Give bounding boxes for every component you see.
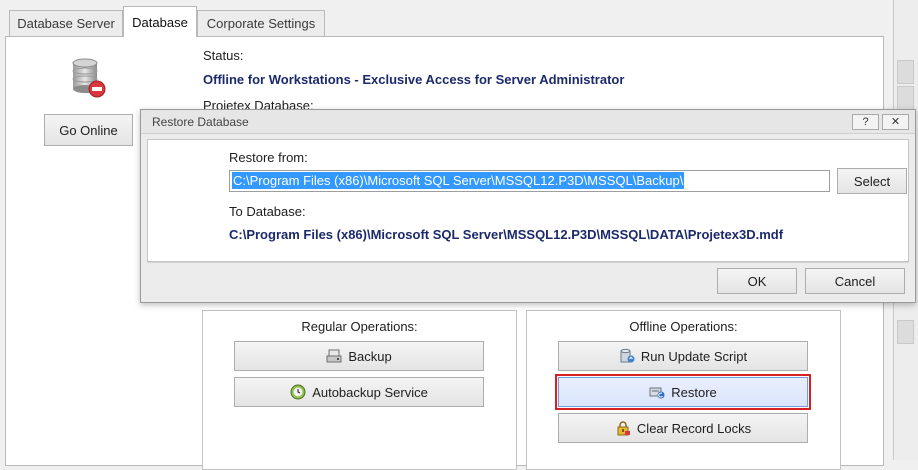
help-icon[interactable]: ? [852, 114, 879, 130]
restore-button-label: Restore [671, 384, 717, 400]
tab-corporate-settings[interactable]: Corporate Settings [197, 10, 325, 36]
database-update-icon [619, 348, 635, 364]
offline-operations-title: Offline Operations: [629, 319, 738, 334]
regular-operations-group: Regular Operations: Backup Autobackup Se… [202, 310, 517, 470]
clear-record-locks-button[interactable]: Clear Record Locks [558, 413, 808, 443]
go-online-button[interactable]: Go Online [44, 114, 133, 146]
tab-database-server[interactable]: Database Server [9, 10, 123, 36]
restore-from-input[interactable]: C:\Program Files (x86)\Microsoft SQL Ser… [229, 170, 830, 192]
clear-record-locks-label: Clear Record Locks [636, 420, 752, 436]
backup-button-label: Backup [348, 348, 392, 364]
cancel-button[interactable]: Cancel [805, 268, 905, 294]
database-offline-icon [69, 57, 109, 101]
lock-icon [615, 420, 631, 436]
dialog-title-bar[interactable]: Restore Database ? ✕ [141, 110, 915, 134]
dialog-title: Restore Database [152, 115, 249, 129]
status-label: Status: [203, 48, 244, 63]
regular-operations-title: Regular Operations: [301, 319, 418, 334]
dialog-body: Restore from: C:\Program Files (x86)\Mic… [147, 139, 909, 262]
to-database-value: C:\Program Files (x86)\Microsoft SQL Ser… [229, 227, 784, 242]
tab-database[interactable]: Database [123, 6, 197, 37]
dialog-footer-divider [147, 262, 909, 263]
select-button[interactable]: Select [837, 168, 907, 194]
autobackup-service-button[interactable]: Autobackup Service [234, 377, 484, 407]
offline-operations-group: Offline Operations: Run Update Script Re… [526, 310, 841, 470]
close-icon[interactable]: ✕ [882, 114, 909, 130]
restore-from-value: C:\Program Files (x86)\Microsoft SQL Ser… [232, 172, 685, 189]
ok-button[interactable]: OK [717, 268, 797, 294]
clock-icon [290, 384, 306, 400]
restore-icon [649, 384, 665, 400]
drive-icon [326, 348, 342, 364]
status-value: Offline for Workstations - Exclusive Acc… [203, 72, 625, 87]
autobackup-button-label: Autobackup Service [312, 384, 428, 400]
to-database-label: To Database: [229, 204, 306, 219]
restore-button[interactable]: Restore [555, 374, 811, 410]
run-update-script-button[interactable]: Run Update Script [558, 341, 808, 371]
restore-from-label: Restore from: [229, 150, 308, 165]
backup-button[interactable]: Backup [234, 341, 484, 371]
run-update-script-label: Run Update Script [640, 348, 748, 364]
restore-database-dialog: Restore Database ? ✕ Restore from: C:\Pr… [140, 109, 916, 303]
